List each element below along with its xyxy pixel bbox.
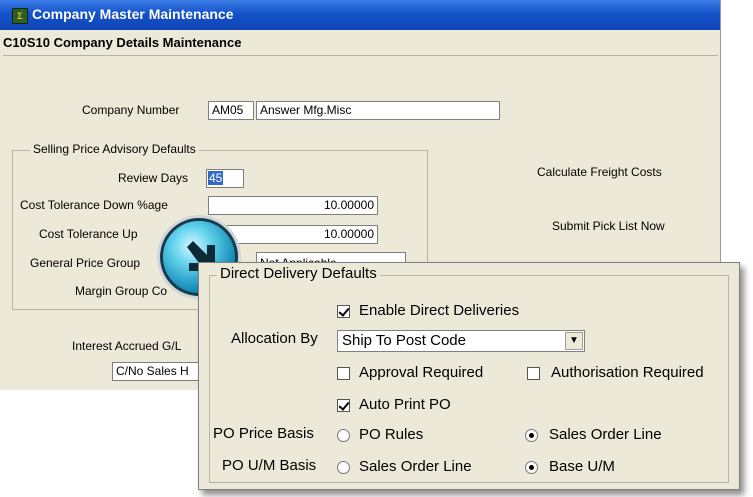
- submit-pick-list-label: Submit Pick List Now: [552, 219, 665, 233]
- po-price-basis-label: PO Price Basis: [213, 425, 314, 442]
- authorisation-required-label: Authorisation Required: [551, 364, 704, 381]
- po-price-sales-order-line-label: Sales Order Line: [549, 426, 662, 443]
- direct-delivery-title: Direct Delivery Defaults: [217, 265, 380, 282]
- form-subtitle-text: C10S10 Company Details Maintenance: [3, 35, 242, 50]
- general-price-group-label: General Price Group: [30, 256, 141, 270]
- company-number-label: Company Number: [82, 103, 180, 117]
- chevron-down-icon[interactable]: ▼: [565, 332, 583, 350]
- interest-accrued-label: Interest Accrued G/L: [72, 339, 182, 353]
- enable-direct-deliveries-label: Enable Direct Deliveries: [359, 302, 520, 319]
- calculate-freight-label: Calculate Freight Costs: [537, 165, 662, 179]
- review-days-field[interactable]: 45: [206, 169, 244, 188]
- allocation-by-label: Allocation By: [231, 330, 318, 347]
- allocation-by-value: Ship To Post Code: [342, 332, 466, 349]
- review-days-label: Review Days: [118, 171, 189, 185]
- cost-up-label: Cost Tolerance Up: [39, 227, 138, 241]
- enable-direct-deliveries-checkbox[interactable]: [337, 305, 350, 318]
- app-icon: Σ: [12, 8, 28, 24]
- interest-accrued-field[interactable]: C/No Sales H: [112, 362, 212, 381]
- company-code-field[interactable]: AM05: [208, 101, 254, 120]
- company-name-field[interactable]: Answer Mfg.Misc: [256, 101, 500, 120]
- po-price-po-rules-radio[interactable]: [337, 429, 350, 442]
- po-price-sales-order-line-radio[interactable]: [525, 429, 538, 442]
- auto-print-po-checkbox[interactable]: [337, 399, 350, 412]
- window-title: Company Master Maintenance: [32, 6, 234, 22]
- cost-down-field[interactable]: 10.00000: [208, 196, 378, 215]
- cost-down-label: Cost Tolerance Down %age: [20, 198, 168, 212]
- review-days-value: 45: [208, 171, 224, 185]
- direct-delivery-zoom-panel: Direct Delivery Defaults Enable Direct D…: [198, 262, 740, 490]
- margin-group-label: Margin Group Co: [75, 284, 168, 298]
- selling-price-advisory-title: Selling Price Advisory Defaults: [30, 142, 199, 156]
- form-subtitle: C10S10 Company Details Maintenance: [3, 33, 718, 56]
- allocation-by-select[interactable]: Ship To Post Code ▼: [337, 330, 585, 352]
- auto-print-po-label: Auto Print PO: [359, 396, 451, 413]
- approval-required-checkbox[interactable]: [337, 367, 350, 380]
- po-um-base-um-label: Base U/M: [549, 458, 615, 475]
- po-price-po-rules-label: PO Rules: [359, 426, 424, 443]
- po-um-base-um-radio[interactable]: [525, 461, 538, 474]
- title-bar[interactable]: Σ Company Master Maintenance: [0, 0, 720, 30]
- po-um-basis-label: PO U/M Basis: [222, 457, 317, 474]
- approval-required-label: Approval Required: [359, 364, 484, 381]
- po-um-sales-order-line-label: Sales Order Line: [359, 458, 472, 475]
- po-um-sales-order-line-radio[interactable]: [337, 461, 350, 474]
- authorisation-required-checkbox[interactable]: [527, 367, 540, 380]
